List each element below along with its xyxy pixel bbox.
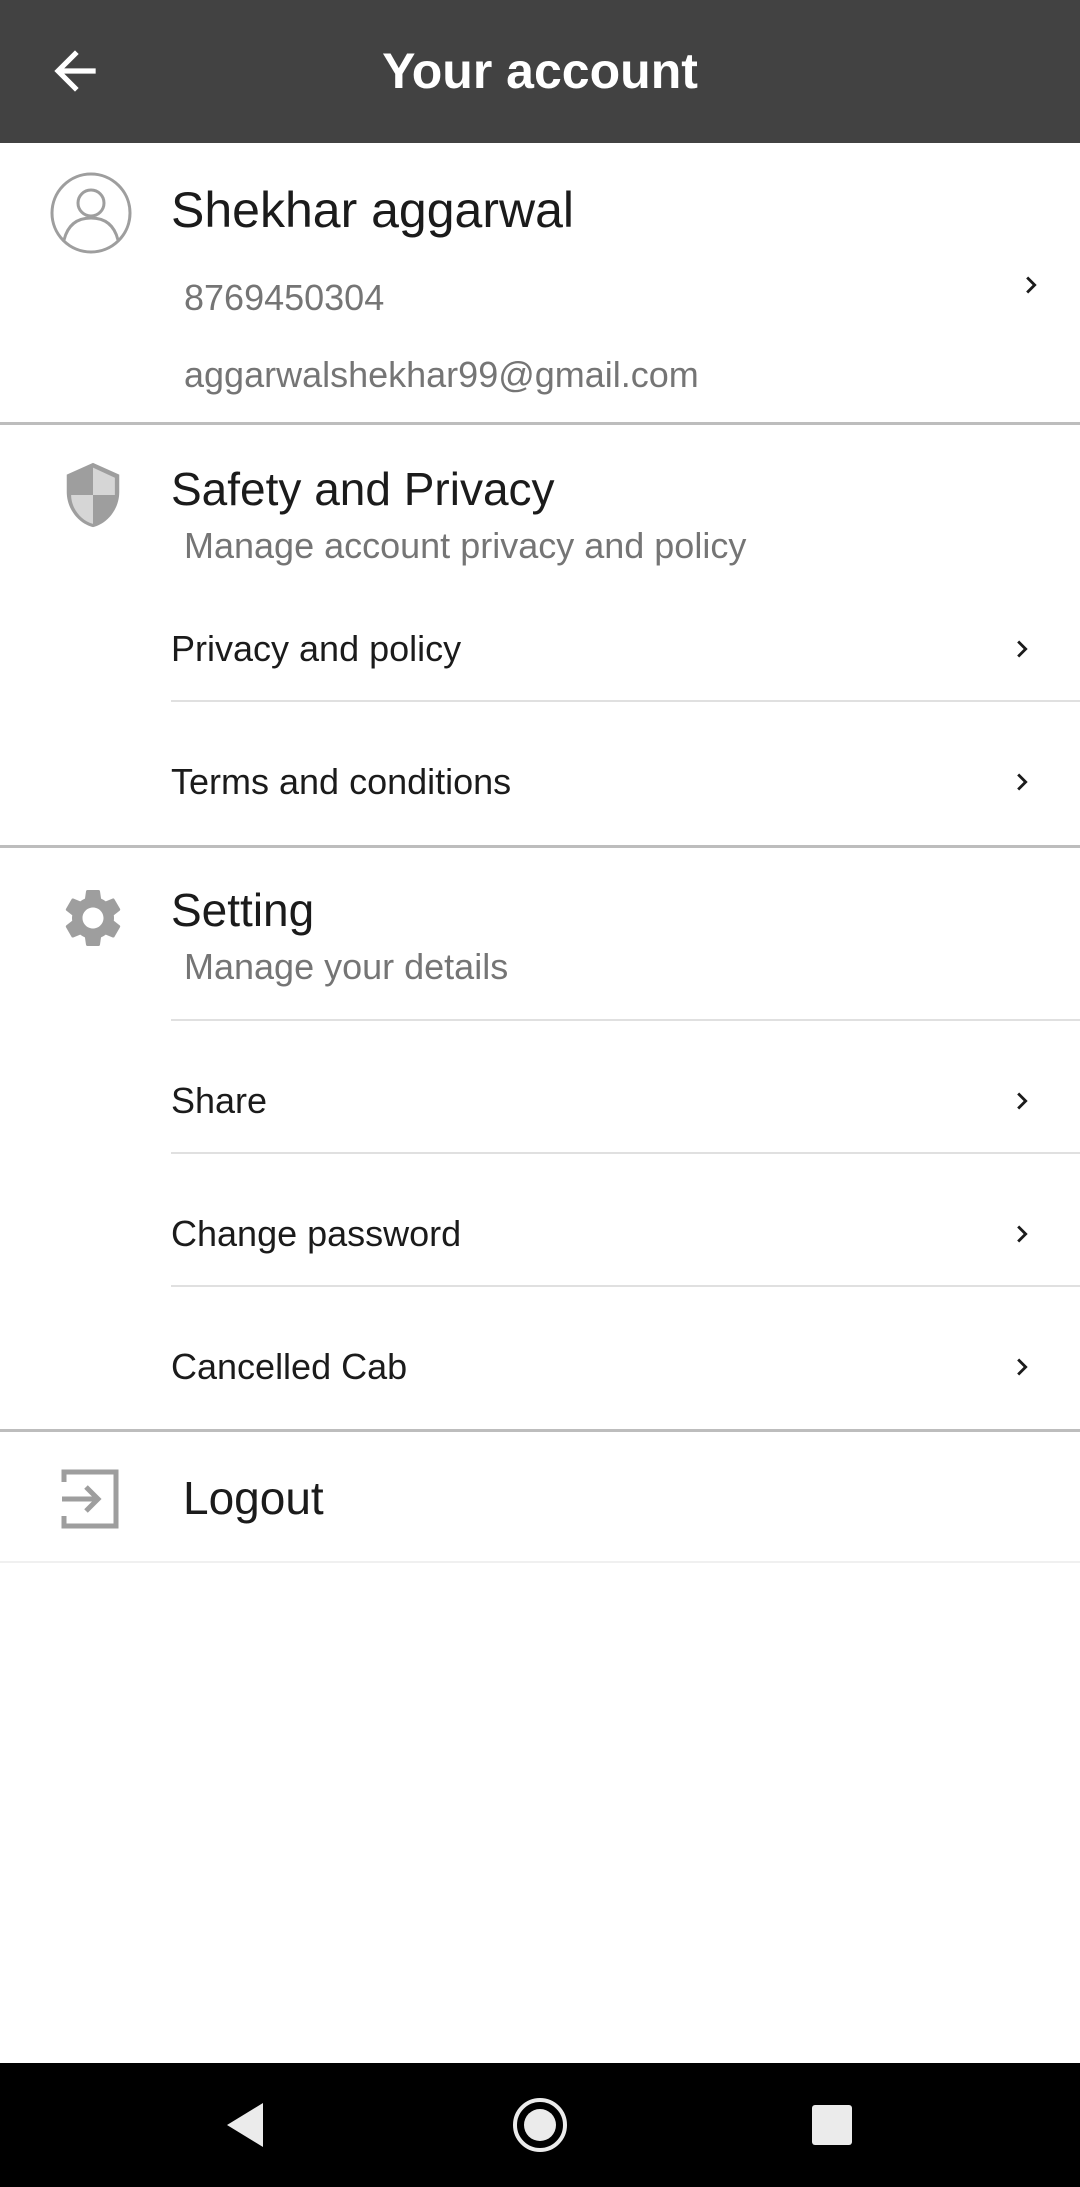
home-circle-icon[interactable] — [510, 2095, 570, 2155]
chevron-right-icon — [1014, 268, 1048, 302]
chevron-right-icon — [1005, 1084, 1039, 1118]
shield-icon — [58, 460, 128, 530]
page-title: Your account — [382, 43, 698, 99]
safety-section-subtitle: Manage account privacy and policy — [184, 525, 747, 566]
row-label: Privacy and policy — [171, 628, 462, 669]
section-divider — [0, 1429, 1080, 1432]
system-nav-bar — [0, 2063, 1080, 2187]
share-row[interactable]: Share — [0, 1036, 1080, 1166]
user-avatar-icon — [50, 172, 132, 254]
profile-phone: 8769450304 — [184, 277, 385, 318]
privacy-policy-row[interactable]: Privacy and policy — [0, 584, 1080, 714]
account-screen: Your account Shekhar aggarwal 8769450304… — [0, 0, 1080, 2187]
chevron-right-icon — [1005, 632, 1039, 666]
chevron-right-icon — [1005, 765, 1039, 799]
row-label: Share — [171, 1080, 268, 1121]
row-divider — [171, 1152, 1080, 1154]
section-divider — [0, 845, 1080, 848]
row-label: Change password — [171, 1213, 462, 1254]
row-divider — [171, 700, 1080, 702]
settings-section-title: Setting — [171, 884, 315, 936]
back-triangle-icon[interactable] — [215, 2095, 275, 2155]
profile-name: Shekhar aggarwal — [171, 182, 575, 238]
logout-label: Logout — [183, 1472, 324, 1524]
profile-email: aggarwalshekhar99@gmail.com — [184, 354, 699, 395]
row-divider — [171, 1285, 1080, 1287]
row-label: Cancelled Cab — [171, 1346, 408, 1387]
terms-conditions-row[interactable]: Terms and conditions — [0, 717, 1080, 847]
top-app-bar: Your account — [0, 0, 1080, 143]
change-password-row[interactable]: Change password — [0, 1169, 1080, 1299]
logout-button[interactable]: Logout — [0, 1434, 1080, 1562]
logout-icon — [58, 1466, 124, 1532]
section-divider — [0, 422, 1080, 425]
row-divider — [171, 1019, 1080, 1021]
recents-square-icon[interactable] — [802, 2095, 862, 2155]
cancelled-cab-row[interactable]: Cancelled Cab — [0, 1302, 1080, 1432]
chevron-right-icon — [1005, 1350, 1039, 1384]
gear-icon — [58, 883, 128, 953]
row-label: Terms and conditions — [171, 761, 512, 802]
safety-section-title: Safety and Privacy — [171, 463, 555, 515]
divider — [0, 1561, 1080, 1563]
chevron-right-icon — [1005, 1217, 1039, 1251]
settings-section-subtitle: Manage your details — [184, 946, 509, 987]
